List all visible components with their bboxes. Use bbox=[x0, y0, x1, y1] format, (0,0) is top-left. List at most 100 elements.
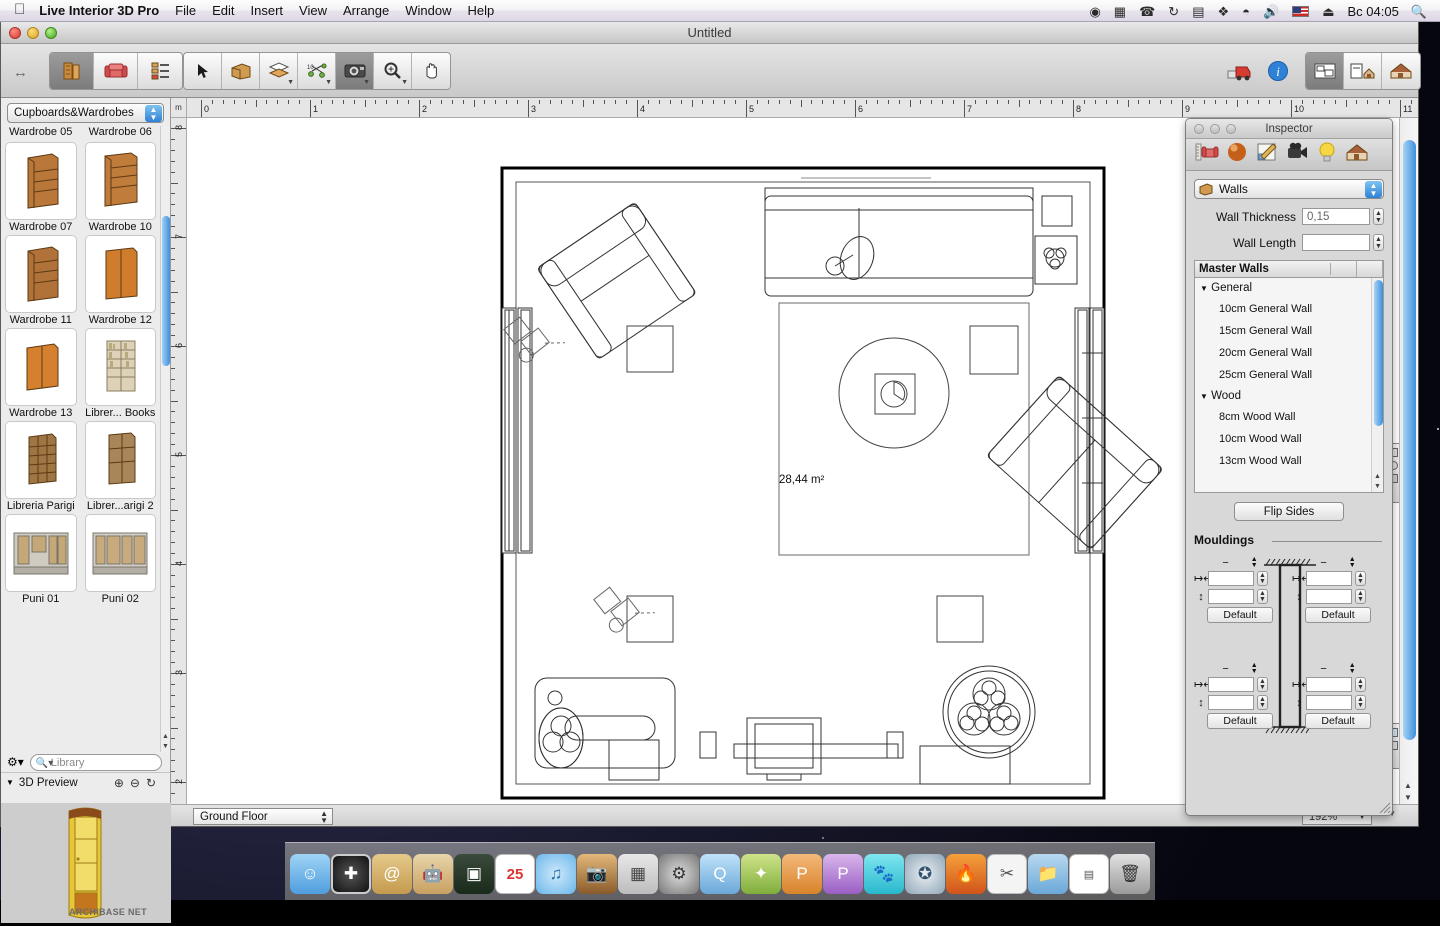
phone-icon[interactable]: ☎ bbox=[1139, 5, 1155, 18]
select-tool[interactable] bbox=[184, 53, 222, 89]
minimize-button[interactable] bbox=[27, 27, 39, 39]
library-item[interactable]: Wardrobe 07 bbox=[1, 140, 81, 233]
library-item[interactable]: Puni 02 bbox=[81, 512, 161, 605]
wall-thickness-field[interactable]: 0,15 bbox=[1302, 208, 1370, 225]
inspector-titlebar[interactable]: Inspector bbox=[1186, 119, 1392, 139]
dimension-tool[interactable]: 10 ▼ bbox=[298, 53, 336, 89]
library-grid[interactable]: Wardrobe 05 Wardrobe 06 Wardrobe 07 Ward… bbox=[1, 126, 160, 752]
library-item[interactable]: Puni 01 bbox=[1, 512, 81, 605]
floor-select[interactable]: Ground Floor ▲▼ bbox=[193, 808, 333, 825]
scroll-up-icon[interactable]: ▲ bbox=[162, 733, 169, 740]
library-scrollbar-thumb[interactable] bbox=[162, 216, 170, 366]
scissors-icon[interactable]: ✂ bbox=[987, 854, 1027, 894]
menu-item-help[interactable]: Help bbox=[468, 3, 495, 18]
pan-tool[interactable] bbox=[412, 53, 450, 89]
moulding-default-button[interactable]: Default bbox=[1305, 607, 1371, 623]
master-wall-item[interactable]: 25cm General Wall bbox=[1195, 364, 1383, 386]
menu-item-file[interactable]: File bbox=[175, 3, 196, 18]
flag-icon[interactable] bbox=[1292, 6, 1309, 17]
battery-icon[interactable]: ▤ bbox=[1192, 5, 1204, 18]
site-tab[interactable] bbox=[1342, 142, 1372, 167]
spotlight-search-icon[interactable]: 🔍 bbox=[1411, 5, 1427, 18]
library-button[interactable] bbox=[50, 53, 94, 89]
master-walls-col-2[interactable] bbox=[1331, 261, 1357, 277]
inspector-zoom-button[interactable] bbox=[1226, 124, 1236, 134]
library-item[interactable]: Librer...arigi 2 bbox=[81, 419, 161, 512]
front-row-icon[interactable]: ▣ bbox=[454, 854, 494, 894]
edit-tab[interactable] bbox=[1252, 141, 1282, 168]
calendar-icon[interactable]: 25 bbox=[495, 854, 535, 894]
view-split-button[interactable] bbox=[1344, 53, 1382, 89]
library-scrollbar[interactable]: ▲ ▼ bbox=[160, 126, 170, 752]
minus-icon[interactable]: − bbox=[1320, 663, 1326, 675]
iphoto-icon[interactable]: 📷 bbox=[577, 854, 617, 894]
address-book-icon[interactable]: @ bbox=[372, 854, 412, 894]
chevron-updown-icon[interactable]: ▲▼ bbox=[1251, 663, 1258, 675]
zoom-out-icon[interactable]: ⊖ bbox=[130, 776, 146, 790]
flip-sides-button[interactable]: Flip Sides bbox=[1234, 502, 1344, 521]
menu-item-insert[interactable]: Insert bbox=[251, 3, 284, 18]
master-walls-list[interactable]: ▼ General 10cm General Wall 15cm General… bbox=[1194, 277, 1384, 493]
powerpoint-icon[interactable]: P bbox=[823, 854, 863, 894]
info-icon[interactable]: i bbox=[1259, 52, 1297, 90]
inspector-minimize-button[interactable] bbox=[1210, 124, 1220, 134]
canvas-vertical-scrollbar[interactable]: ▲ ▼ bbox=[1399, 118, 1418, 804]
horizontal-resize-icon[interactable]: ↔ bbox=[13, 64, 28, 81]
master-walls-scrollbar[interactable]: ▲ ▼ bbox=[1371, 278, 1383, 492]
scroll-down-icon[interactable]: ▼ bbox=[1404, 793, 1412, 802]
camera-tab[interactable] bbox=[1282, 142, 1312, 167]
gear-icon[interactable]: ⚙ bbox=[659, 854, 699, 894]
eject-icon[interactable]: ⏏ bbox=[1322, 5, 1334, 18]
bluetooth-icon[interactable]: ❖ bbox=[1217, 5, 1229, 18]
canvas-scrollbar-thumb[interactable] bbox=[1403, 140, 1416, 740]
moulding-width-stepper[interactable]: ▲▼ bbox=[1257, 677, 1268, 692]
moulding-default-button[interactable]: Default bbox=[1207, 713, 1273, 729]
moulding-height-field[interactable] bbox=[1208, 589, 1254, 604]
photoshop-icon[interactable]: P bbox=[782, 854, 822, 894]
inspector-resize-grip[interactable] bbox=[1378, 801, 1391, 814]
moulding-height-field[interactable] bbox=[1306, 695, 1352, 710]
wall-length-stepper[interactable]: ▲▼ bbox=[1373, 234, 1384, 251]
moulding-height-stepper[interactable]: ▲▼ bbox=[1257, 589, 1268, 604]
menu-item-arrange[interactable]: Arrange bbox=[343, 3, 389, 18]
inspector-type-select[interactable]: Walls ▲▼ bbox=[1194, 179, 1384, 199]
view-2d-button[interactable] bbox=[1306, 53, 1344, 89]
library-category-select[interactable]: Cupboards&Wardrobes ▲▼ bbox=[7, 103, 164, 123]
master-wall-item[interactable]: 8cm Wood Wall bbox=[1195, 406, 1383, 428]
gear-dropdown-icon[interactable]: ⚙▾ bbox=[7, 755, 24, 769]
disclosure-triangle-icon[interactable]: ▼ bbox=[1200, 392, 1208, 401]
opera-icon[interactable]: ◉ bbox=[1089, 5, 1100, 18]
object-tab[interactable] bbox=[1192, 141, 1222, 168]
safari-icon[interactable]: ✪ bbox=[905, 854, 945, 894]
volume-icon[interactable]: 🔊 bbox=[1263, 5, 1279, 18]
firefox-icon[interactable]: 🔥 bbox=[946, 854, 986, 894]
moulding-height-stepper[interactable]: ▲▼ bbox=[1355, 589, 1366, 604]
library-item[interactable]: Wardrobe 11 bbox=[1, 233, 81, 326]
library-item[interactable]: Wardrobe 12 bbox=[81, 233, 161, 326]
minus-icon[interactable]: − bbox=[1320, 557, 1326, 569]
view-3d-button[interactable] bbox=[1382, 53, 1420, 89]
camera-tool[interactable]: ▼ bbox=[336, 53, 374, 89]
dashboard-icon[interactable]: ✚ bbox=[331, 854, 371, 894]
moulding-width-field[interactable] bbox=[1208, 677, 1254, 692]
moulding-width-stepper[interactable]: ▲▼ bbox=[1257, 571, 1268, 586]
wall-thickness-stepper[interactable]: ▲▼ bbox=[1373, 208, 1384, 225]
moulding-width-field[interactable] bbox=[1306, 677, 1352, 692]
master-wall-item[interactable]: 13cm Wood Wall bbox=[1195, 450, 1383, 472]
rotate-icon[interactable]: ↻ bbox=[146, 776, 162, 790]
material-tab[interactable] bbox=[1222, 141, 1252, 168]
moulding-default-button[interactable]: Default bbox=[1207, 607, 1273, 623]
zoom-button[interactable] bbox=[45, 27, 57, 39]
list-view-button[interactable] bbox=[138, 53, 182, 89]
floor-tool[interactable]: ▼ bbox=[260, 53, 298, 89]
chevron-updown-icon[interactable]: ▲▼ bbox=[1251, 557, 1258, 569]
library-item[interactable]: Libreria Parigi bbox=[1, 419, 81, 512]
scroll-down-icon[interactable]: ▼ bbox=[162, 743, 169, 750]
master-walls-group[interactable]: ▼ Wood bbox=[1195, 386, 1383, 406]
menu-item-window[interactable]: Window bbox=[405, 3, 451, 18]
disclosure-triangle-icon[interactable]: ▼ bbox=[6, 778, 14, 787]
spaces-icon[interactable]: ▦ bbox=[618, 854, 658, 894]
menu-clock[interactable]: Bc 04:05 bbox=[1347, 4, 1398, 19]
moulding-default-button[interactable]: Default bbox=[1305, 713, 1371, 729]
master-walls-scrollbar-thumb[interactable] bbox=[1374, 280, 1383, 426]
